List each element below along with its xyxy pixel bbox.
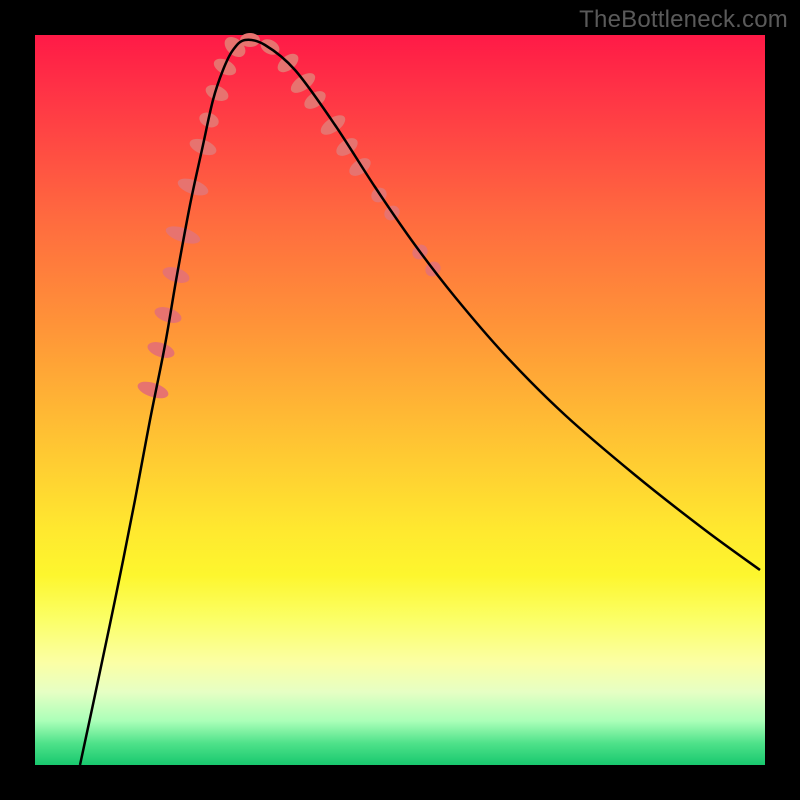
chart-svg [35, 35, 765, 765]
plot-area [35, 35, 765, 765]
curve-marker [146, 339, 177, 361]
watermark-text: TheBottleneck.com [579, 6, 788, 34]
curve-marker [346, 154, 374, 179]
bottleneck-curve [80, 40, 760, 765]
markers-group [136, 33, 444, 402]
curve-marker [136, 378, 171, 401]
chart-frame: TheBottleneck.com [0, 0, 800, 800]
curve-marker [333, 134, 361, 159]
curve-marker [317, 111, 348, 138]
